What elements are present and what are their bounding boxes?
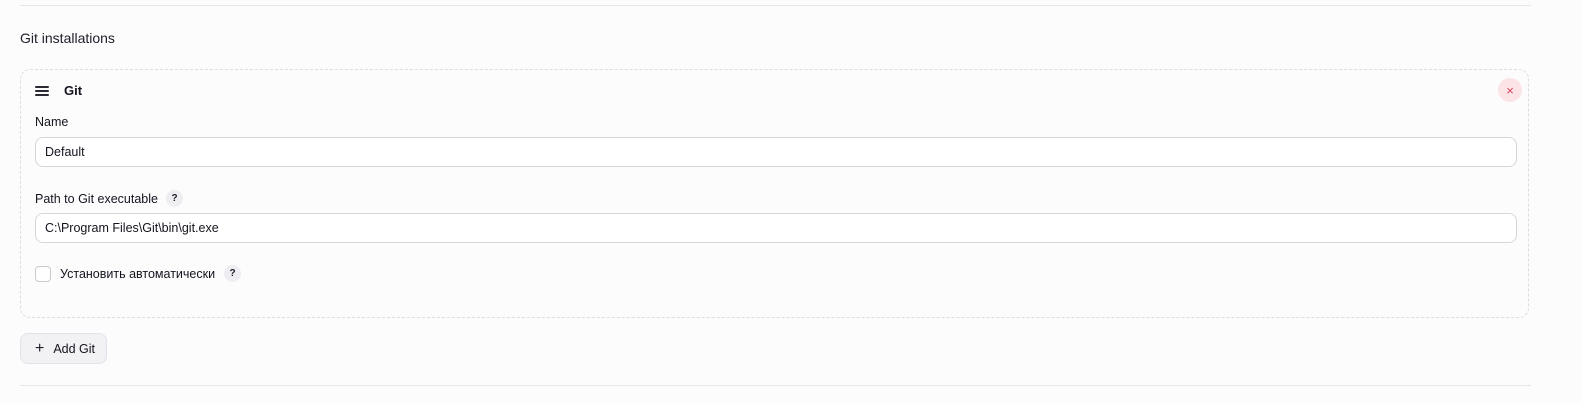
name-input[interactable]: [35, 137, 1517, 167]
path-input[interactable]: [35, 213, 1517, 243]
add-git-label: Add Git: [53, 341, 96, 356]
installation-title: Git: [64, 83, 83, 98]
path-label: Path to Git executable ?: [35, 190, 183, 207]
path-label-text: Path to Git executable: [35, 191, 158, 206]
path-help-icon[interactable]: ?: [166, 190, 183, 207]
delete-installation-button[interactable]: ×: [1498, 78, 1522, 102]
auto-install-checkbox[interactable]: [35, 265, 51, 282]
close-icon: ×: [1506, 82, 1514, 98]
auto-install-label: Установить автоматически: [60, 266, 216, 281]
drag-handle-icon[interactable]: [35, 86, 49, 96]
name-label-text: Name: [35, 115, 69, 129]
git-installation-card: Git × Name Path to Git executable ? Уста…: [20, 69, 1529, 318]
bottom-divider: [20, 385, 1531, 386]
auto-install-help-icon[interactable]: ?: [224, 265, 242, 282]
name-label: Name: [35, 114, 68, 130]
plus-icon: +: [35, 339, 45, 357]
top-divider: [20, 5, 1531, 6]
section-title: Git installations: [20, 30, 115, 46]
add-git-button[interactable]: + Add Git: [20, 333, 107, 364]
auto-install-row: Установить автоматически ?: [35, 265, 242, 282]
